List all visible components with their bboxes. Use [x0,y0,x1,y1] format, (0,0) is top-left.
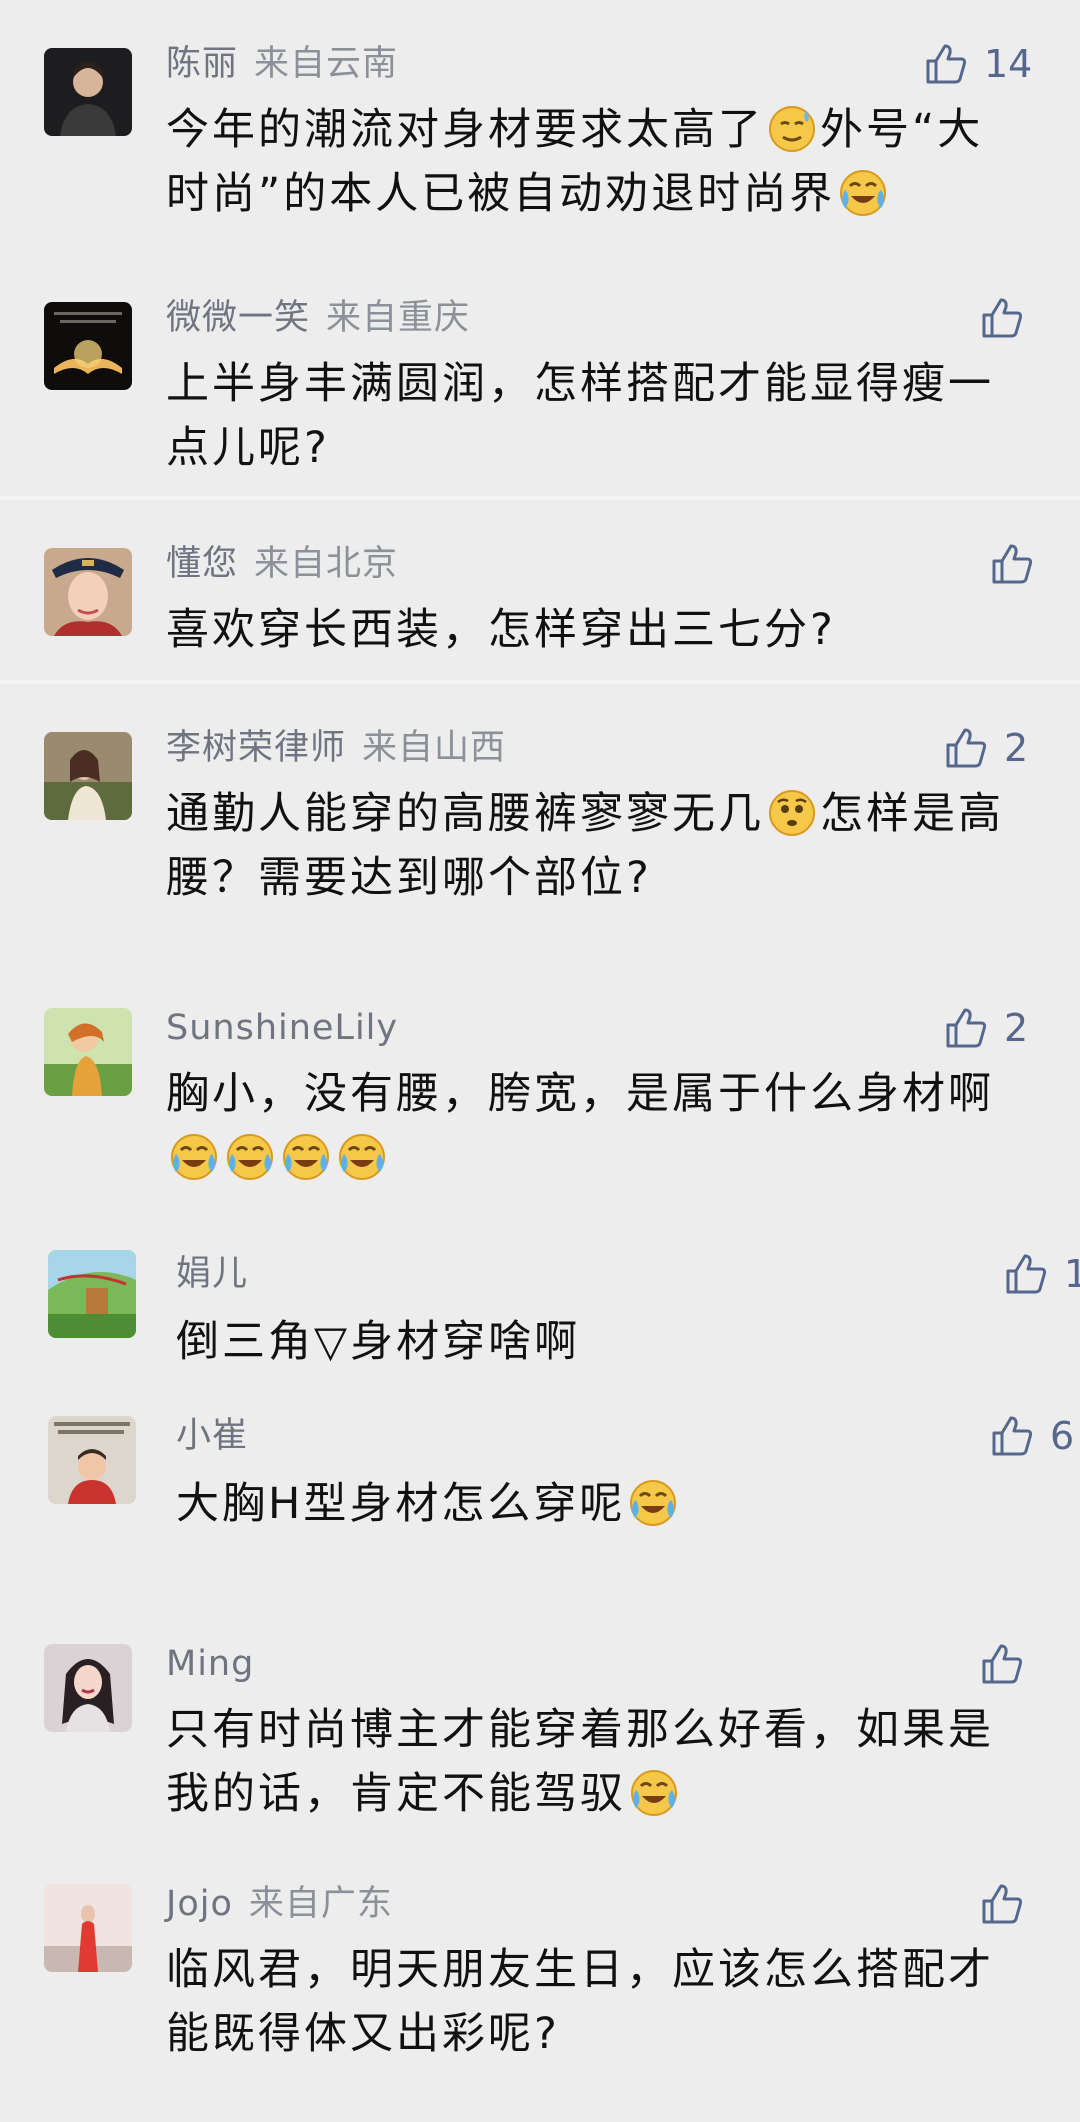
like-button[interactable] [990,538,1034,590]
comment-line: 胸小，没有腰，胯宽，是属于什么身材啊 [166,1069,994,1119]
comment-line: 腰？需要达到哪个部位? [166,853,652,903]
comment-author[interactable]: 娟儿 [176,1250,248,1298]
comment-text: 胸小，没有腰，胯宽，是属于什么身材啊 [166,1062,1026,1190]
comment-text: 上半身丰满圆润，怎样搭配才能显得瘦一 点儿呢? [166,352,1026,480]
comment-author[interactable]: 懂您 来自北京 [166,540,398,588]
thumbs-up-icon [944,1006,988,1050]
comment-author[interactable]: Ming [166,1640,254,1688]
like-button[interactable]: 14 [924,38,1032,90]
comment-author[interactable]: 小崔 [176,1412,248,1460]
crying-laughing-emoji [628,1766,680,1818]
comment-text: 通勤人能穿的高腰裤寥寥无几 怎样是高 腰？需要达到哪个部位? [166,782,1026,910]
comment-author[interactable]: 李树荣律师 来自山西 [166,724,506,772]
avatar[interactable] [44,48,132,136]
like-count: 2 [1004,1006,1029,1050]
comment-line: 时尚”的本人已被自动劝退时尚界 [166,169,836,219]
like-button[interactable] [980,1638,1024,1690]
comment-line: 大胸H型身材怎么穿呢 [176,1479,626,1529]
comment-line: 点儿呢? [166,423,330,473]
like-button[interactable]: 2 [944,1002,1028,1054]
crying-laughing-emoji [837,166,889,218]
comment-line: 我的话，肯定不能驾驭 [166,1769,626,1819]
comment-author[interactable]: Jojo 来自广东 [166,1880,393,1928]
comment-text: 只有时尚博主才能穿着那么好看，如果是 我的话，肯定不能驾驭 [166,1698,1026,1826]
comment-text: 大胸H型身材怎么穿呢 [176,1472,1036,1536]
avatar[interactable] [48,1416,136,1504]
thumbs-up-icon [924,42,968,86]
comment-text: 喜欢穿长西装，怎样穿出三七分? [166,598,1026,662]
avatar[interactable] [44,1884,132,1972]
comment-text: 倒三角▽身材穿啥啊 [176,1310,1036,1374]
comment-text: 临风君，明天朋友生日，应该怎么搭配才 能既得体又出彩呢? [166,1938,1026,2066]
comment-author[interactable]: SunshineLily [166,1004,398,1052]
author-name: Ming [166,1644,255,1684]
crying-laughing-emoji [224,1130,276,1182]
avatar[interactable] [44,732,132,820]
thumbs-up-icon [990,1414,1034,1458]
sweat-smile-emoji [766,102,818,154]
like-count: 2 [1004,726,1029,770]
author-name: SunshineLily [166,1008,399,1048]
thumbs-up-icon [990,542,1034,586]
like-button[interactable] [980,1878,1024,1930]
like-count: 14 [984,42,1033,86]
comment-line: 能既得体又出彩呢? [166,2009,560,2059]
author-location: 来自广东 [248,1884,393,1924]
avatar[interactable] [48,1250,136,1338]
comment-line: 倒三角▽身材穿啥啊 [176,1317,581,1367]
avatar[interactable] [44,1008,132,1096]
divider [0,680,1080,684]
author-location: 来自山西 [362,728,507,768]
author-name: 小崔 [176,1416,249,1456]
crying-laughing-emoji [280,1130,332,1182]
comment-line: 外号“大 [820,105,984,155]
author-location: 来自云南 [254,44,399,84]
comment-line: 喜欢穿长西装，怎样穿出三七分? [166,605,836,655]
avatar[interactable] [44,302,132,390]
avatar[interactable] [44,548,132,636]
author-name: 懂您 [166,544,239,584]
like-button[interactable] [980,292,1024,344]
thumbs-up-icon [980,1882,1024,1926]
author-name: 陈丽 [166,44,239,84]
thumbs-up-icon [1004,1252,1048,1296]
author-name: 娟儿 [176,1254,249,1294]
crying-laughing-emoji [168,1130,220,1182]
comment-line: 怎样是高 [820,789,1004,839]
like-button[interactable]: 6 [990,1410,1074,1462]
like-count: 6 [1050,1414,1075,1458]
comment-author[interactable]: 陈丽 来自云南 [166,40,398,88]
crying-laughing-emoji [336,1130,388,1182]
author-name: 微微一笑 [166,298,311,338]
avatar[interactable] [44,1644,132,1732]
comment-line: 通勤人能穿的高腰裤寥寥无几 [166,789,764,839]
comment-line: 临风君，明天朋友生日，应该怎么搭配才 [166,1945,994,1995]
like-button[interactable]: 1 [1004,1248,1080,1300]
author-name: Jojo [166,1884,233,1924]
like-count: 1 [1064,1252,1080,1296]
comment-text: 今年的潮流对身材要求太高了 外号“大 时尚”的本人已被自动劝退时尚界 [166,98,1026,226]
author-name: 李树荣律师 [166,728,347,768]
thumbs-up-icon [944,726,988,770]
comment-line: 上半身丰满圆润，怎样搭配才能显得瘦一 [166,359,994,409]
author-location: 来自重庆 [326,298,471,338]
like-button[interactable]: 2 [944,722,1028,774]
thumbs-up-icon [980,296,1024,340]
comment-author[interactable]: 微微一笑 来自重庆 [166,294,470,342]
author-location: 来自北京 [254,544,399,584]
worried-emoji [766,786,818,838]
crying-laughing-emoji [627,1476,679,1528]
divider [0,496,1080,500]
comment-line: 只有时尚博主才能穿着那么好看，如果是 [166,1705,994,1755]
comment-line: 今年的潮流对身材要求太高了 [166,105,764,155]
thumbs-up-icon [980,1642,1024,1686]
